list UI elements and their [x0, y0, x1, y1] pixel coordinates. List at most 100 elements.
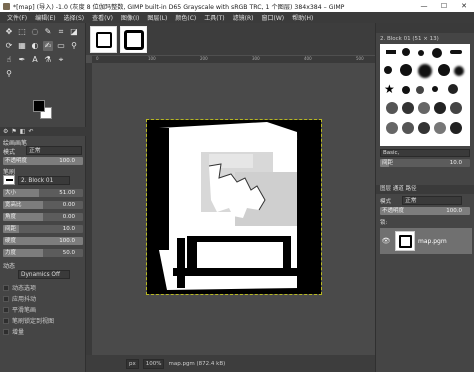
brush-circle-icon[interactable] [400, 64, 412, 76]
image-tab-thumbnail[interactable] [90, 26, 117, 53]
unified-transform-tool-icon[interactable]: ◪ [69, 27, 79, 37]
layer-mode-dropdown[interactable]: 正常 [402, 196, 462, 205]
warp-tool-icon[interactable]: ⟳ [4, 41, 14, 51]
cage-tool-icon[interactable]: ▦ [17, 41, 27, 51]
brush-texture-icon[interactable] [386, 102, 398, 114]
layers-tabs[interactable]: 图层 通道 路径 [376, 185, 474, 194]
menu-windows[interactable]: 窗口(W) [258, 13, 289, 22]
brush-texture-icon[interactable] [402, 122, 414, 134]
opacity-slider[interactable]: 不透明度 100.0 [3, 157, 83, 165]
brush-circle-icon[interactable] [418, 50, 424, 56]
dynamics-label: 动态 [3, 263, 16, 270]
brush-circle-icon[interactable] [432, 86, 438, 92]
color-swatches[interactable] [33, 100, 55, 122]
mode-dropdown[interactable]: 正常 [26, 146, 82, 155]
brush-circle-icon[interactable] [416, 86, 424, 94]
brush-texture-icon[interactable] [434, 122, 446, 134]
brush-circle-icon[interactable] [402, 86, 410, 94]
unit-dropdown[interactable]: px [126, 358, 139, 369]
hardness-slider[interactable]: 硬度 100.0 [3, 237, 83, 245]
brush-fuzzy-icon[interactable] [454, 66, 464, 76]
brush-texture-icon[interactable] [450, 122, 462, 134]
layer-thumbnail [395, 231, 415, 251]
gimp-app-icon [3, 2, 10, 10]
brush-circle-icon[interactable] [438, 64, 450, 76]
brush-circle-icon[interactable] [402, 48, 410, 56]
angle-slider[interactable]: 角度 0.00 [3, 213, 83, 221]
brush-texture-icon[interactable] [418, 102, 430, 114]
zoom-tool-icon[interactable]: ⚲ [4, 69, 14, 79]
apply-jitter-checkbox[interactable]: 应用抖动 [3, 294, 36, 303]
image-tab-thumbnail-active[interactable] [120, 26, 147, 53]
fuzzy-select-tool-icon[interactable]: ✎ [43, 27, 53, 37]
tab-device-status-icon[interactable]: ⚑ [11, 128, 16, 135]
smooth-stroke-checkbox[interactable]: 平滑笔画 [3, 305, 36, 314]
lasso-tool-icon[interactable]: ◌ [30, 27, 40, 37]
foreground-color[interactable] [33, 100, 45, 112]
paths-tool-icon[interactable]: ✒ [17, 55, 27, 65]
smudge-tool-icon[interactable]: ☝ [4, 55, 14, 65]
dynamics-options-toggle[interactable]: 动态选项 [3, 283, 36, 292]
brush-circle-icon[interactable] [448, 84, 458, 94]
clone-tool-icon[interactable]: ⚲ [69, 41, 79, 51]
tab-tool-options-icon[interactable]: ⚙ [3, 128, 8, 135]
eraser-tool-icon[interactable]: ▭ [56, 41, 66, 51]
minimize-button[interactable]: — [414, 0, 434, 12]
dynamics-dropdown[interactable]: Dynamics Off [18, 270, 70, 279]
paintbrush-tool-icon[interactable]: ✍ [43, 41, 53, 51]
incremental-checkbox[interactable]: 增量 [3, 327, 24, 336]
brush-circle-icon[interactable] [384, 66, 392, 74]
measure-tool-icon[interactable]: ⌖ [56, 55, 66, 65]
map-image [147, 120, 321, 294]
crop-tool-icon[interactable]: ⌗ [56, 27, 66, 37]
menu-filters[interactable]: 滤镜(R) [229, 13, 258, 22]
text-tool-icon[interactable]: A [30, 55, 40, 65]
right-dock: 2. Block 01 (51 × 13) ★ Basic, 间距 10.0 图… [375, 23, 474, 372]
menu-file[interactable]: 文件(F) [3, 13, 31, 22]
menu-image[interactable]: 图像(I) [117, 13, 143, 22]
menu-colors[interactable]: 颜色(C) [171, 13, 200, 22]
move-tool-icon[interactable]: ✥ [4, 27, 14, 37]
brush-texture-icon[interactable] [386, 122, 398, 134]
menu-tools[interactable]: 工具(T) [200, 13, 228, 22]
tab-undo-history-icon[interactable]: ↶ [28, 128, 33, 135]
brush-texture-icon[interactable] [434, 102, 446, 114]
menu-select[interactable]: 选择(S) [60, 13, 89, 22]
brush-texture-icon[interactable] [418, 122, 430, 134]
spacing-slider[interactable]: 间距 10.0 [3, 225, 83, 233]
force-slider[interactable]: 力度 50.0 [3, 249, 83, 257]
zoom-dropdown[interactable]: 100% [142, 358, 165, 369]
bucket-fill-tool-icon[interactable]: ◐ [30, 41, 40, 51]
brushes-grid[interactable]: ★ [380, 44, 470, 146]
brush-texture-icon[interactable] [402, 102, 414, 114]
lock-brush-to-view-checkbox[interactable]: 笔刷锁定到视图 [3, 316, 54, 325]
rect-select-tool-icon[interactable]: ⬚ [17, 27, 27, 37]
menu-edit[interactable]: 编辑(E) [31, 13, 59, 22]
brush-spacing-slider[interactable]: 间距 10.0 [380, 159, 470, 167]
menu-view[interactable]: 查看(V) [88, 13, 117, 22]
tab-images-icon[interactable]: ◧ [20, 128, 26, 135]
brush-texture-icon[interactable] [450, 102, 462, 114]
maximize-button[interactable]: ☐ [434, 0, 454, 12]
tool-options-title: 绘画画笔 [3, 140, 28, 147]
brush-name[interactable]: 2. Block 01 [18, 176, 70, 185]
size-slider[interactable]: 大小 51.00 [3, 189, 83, 197]
image-window: 0 100 200 300 400 500 px 100% map.pgm (8… [86, 23, 375, 372]
brush-preview[interactable] [3, 175, 15, 185]
color-picker-tool-icon[interactable]: ⚗ [43, 55, 53, 65]
layer-opacity-slider[interactable]: 不透明度 100.0 [380, 207, 470, 215]
brush-star-icon[interactable]: ★ [384, 82, 395, 96]
brush-block-icon[interactable] [450, 50, 462, 54]
status-file-info: map.pgm (872.4 kB) [168, 360, 226, 367]
brush-fuzzy-icon[interactable] [418, 64, 432, 78]
close-button[interactable]: ✕ [454, 0, 474, 12]
visibility-eye-icon[interactable]: 👁 [380, 237, 392, 245]
layer-row[interactable]: 👁 map.pgm [380, 228, 472, 254]
menu-help[interactable]: 帮助(H) [288, 13, 317, 22]
menu-layer[interactable]: 图层(L) [143, 13, 171, 22]
aspect-ratio-slider[interactable]: 宽高比 0.00 [3, 201, 83, 209]
brush-tag-filter[interactable]: Basic, [380, 149, 470, 157]
brush-block-icon[interactable] [386, 50, 396, 54]
brush-circle-icon[interactable] [432, 48, 442, 58]
image-canvas[interactable] [146, 119, 322, 295]
